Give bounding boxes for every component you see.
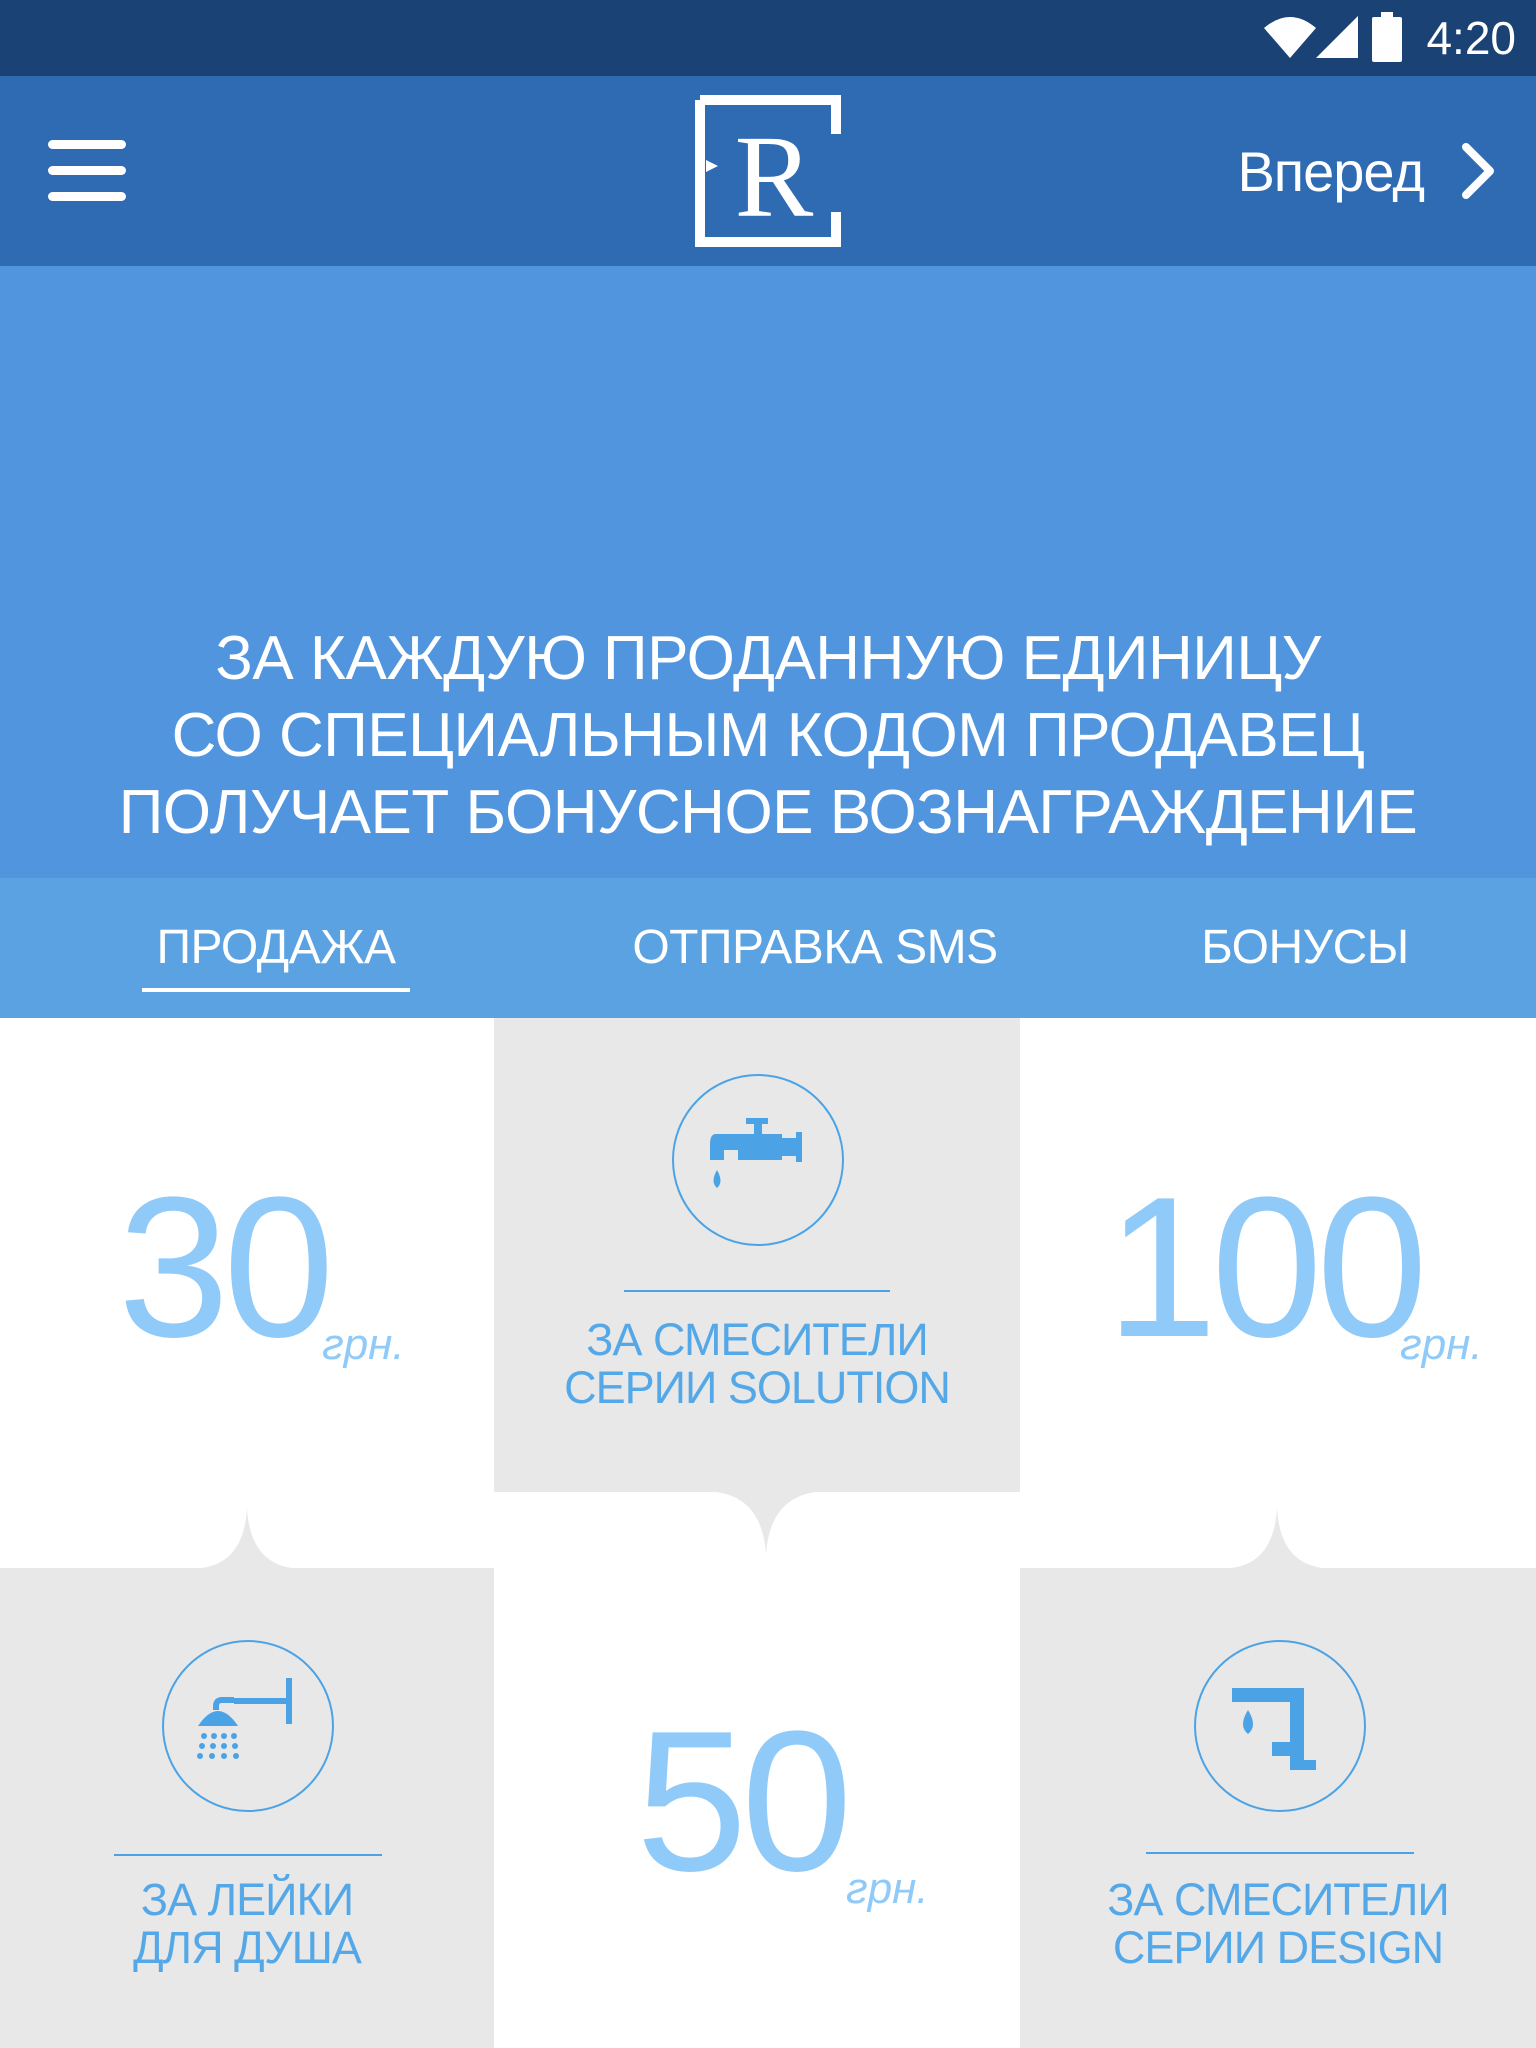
design-bonus-unit: грн. (1400, 1320, 1483, 1369)
hamburger-menu-icon[interactable] (40, 126, 130, 216)
chevron-right-icon (1462, 143, 1494, 199)
solution-bonus-unit: грн. (322, 1320, 405, 1369)
forward-button[interactable]: Вперед (1237, 126, 1496, 216)
shower-bonus-unit: грн. (846, 1864, 929, 1913)
hero-line: СО СПЕЦИАЛЬНЫМ КОДОМ ПРОДАВЕЦ (171, 701, 1365, 770)
design-caption-line: ЗА СМЕСИТЕЛИ (1107, 1874, 1449, 1925)
faucet-icon (710, 1118, 802, 1188)
design-divider (1146, 1852, 1414, 1854)
design-faucet-icon-circle (1194, 1640, 1366, 1812)
shower-caption-line: ЗА ЛЕЙКИ (140, 1874, 354, 1925)
solution-bonus-amount: 30 (118, 1156, 334, 1379)
status-time: 4:20 (1426, 12, 1516, 64)
solution-caption: ЗА СМЕСИТЕЛИ СЕРИИ SOLUTION (494, 1316, 1020, 1412)
app-bar: R Вперед (0, 76, 1536, 266)
solution-divider (624, 1290, 890, 1292)
hero-banner: ЗА КАЖДУЮ ПРОДАННУЮ ЕДИНИЦУ СО СПЕЦИАЛЬН… (0, 266, 1536, 878)
tab-sale[interactable]: ПРОДАЖА (120, 878, 432, 1018)
tab-bonuses[interactable]: БОНУСЫ (1150, 878, 1460, 1018)
tab-sms[interactable]: ОТПРАВКА SMS (590, 878, 1040, 1018)
design-bonus-amount: 100 (1106, 1156, 1428, 1379)
design-caption-line: СЕРИИ DESIGN (1112, 1922, 1444, 1973)
cell-signal-icon (1316, 16, 1358, 58)
hero-line: ПОЛУЧАЕТ БОНУСНОЕ ВОЗНАГРАЖДЕНИЕ (118, 778, 1418, 847)
battery-icon (1372, 12, 1402, 62)
shower-caption-line: ДЛЯ ДУША (133, 1922, 362, 1973)
design-faucet-icon (1232, 1688, 1316, 1770)
tab-bar: ПРОДАЖА ОТПРАВКА SMS БОНУСЫ (0, 878, 1536, 1018)
bonus-grid: 30 грн. ЗА СМЕСИТЕЛИ СЕРИИ SOLUTION 100 … (0, 1018, 1536, 2048)
shower-divider (114, 1854, 382, 1856)
shower-head-icon (197, 1678, 292, 1759)
shower-icon-circle (162, 1640, 334, 1812)
hero-line: ЗА КАЖДУЮ ПРОДАННУЮ ЕДИНИЦУ (215, 624, 1321, 693)
shower-bonus-amount: 50 (636, 1690, 852, 1913)
status-bar: 4:20 (0, 0, 1536, 76)
faucet-icon-circle (672, 1074, 844, 1246)
brand-logo: R (695, 95, 841, 247)
solution-caption-line: ЗА СМЕСИТЕЛИ (586, 1314, 928, 1365)
wifi-icon (1264, 17, 1316, 58)
hero-text: ЗА КАЖДУЮ ПРОДАННУЮ ЕДИНИЦУ СО СПЕЦИАЛЬН… (0, 620, 1536, 851)
active-tab-indicator (142, 988, 410, 992)
forward-label: Вперед (1237, 139, 1425, 203)
solution-caption-line: СЕРИИ SOLUTION (564, 1362, 951, 1413)
design-caption: ЗА СМЕСИТЕЛИ СЕРИИ DESIGN (1020, 1876, 1536, 1972)
shower-caption: ЗА ЛЕЙКИ ДЛЯ ДУША (0, 1876, 494, 1972)
logo-letter: R (735, 111, 814, 242)
bracket-decoration (0, 1492, 1536, 1568)
